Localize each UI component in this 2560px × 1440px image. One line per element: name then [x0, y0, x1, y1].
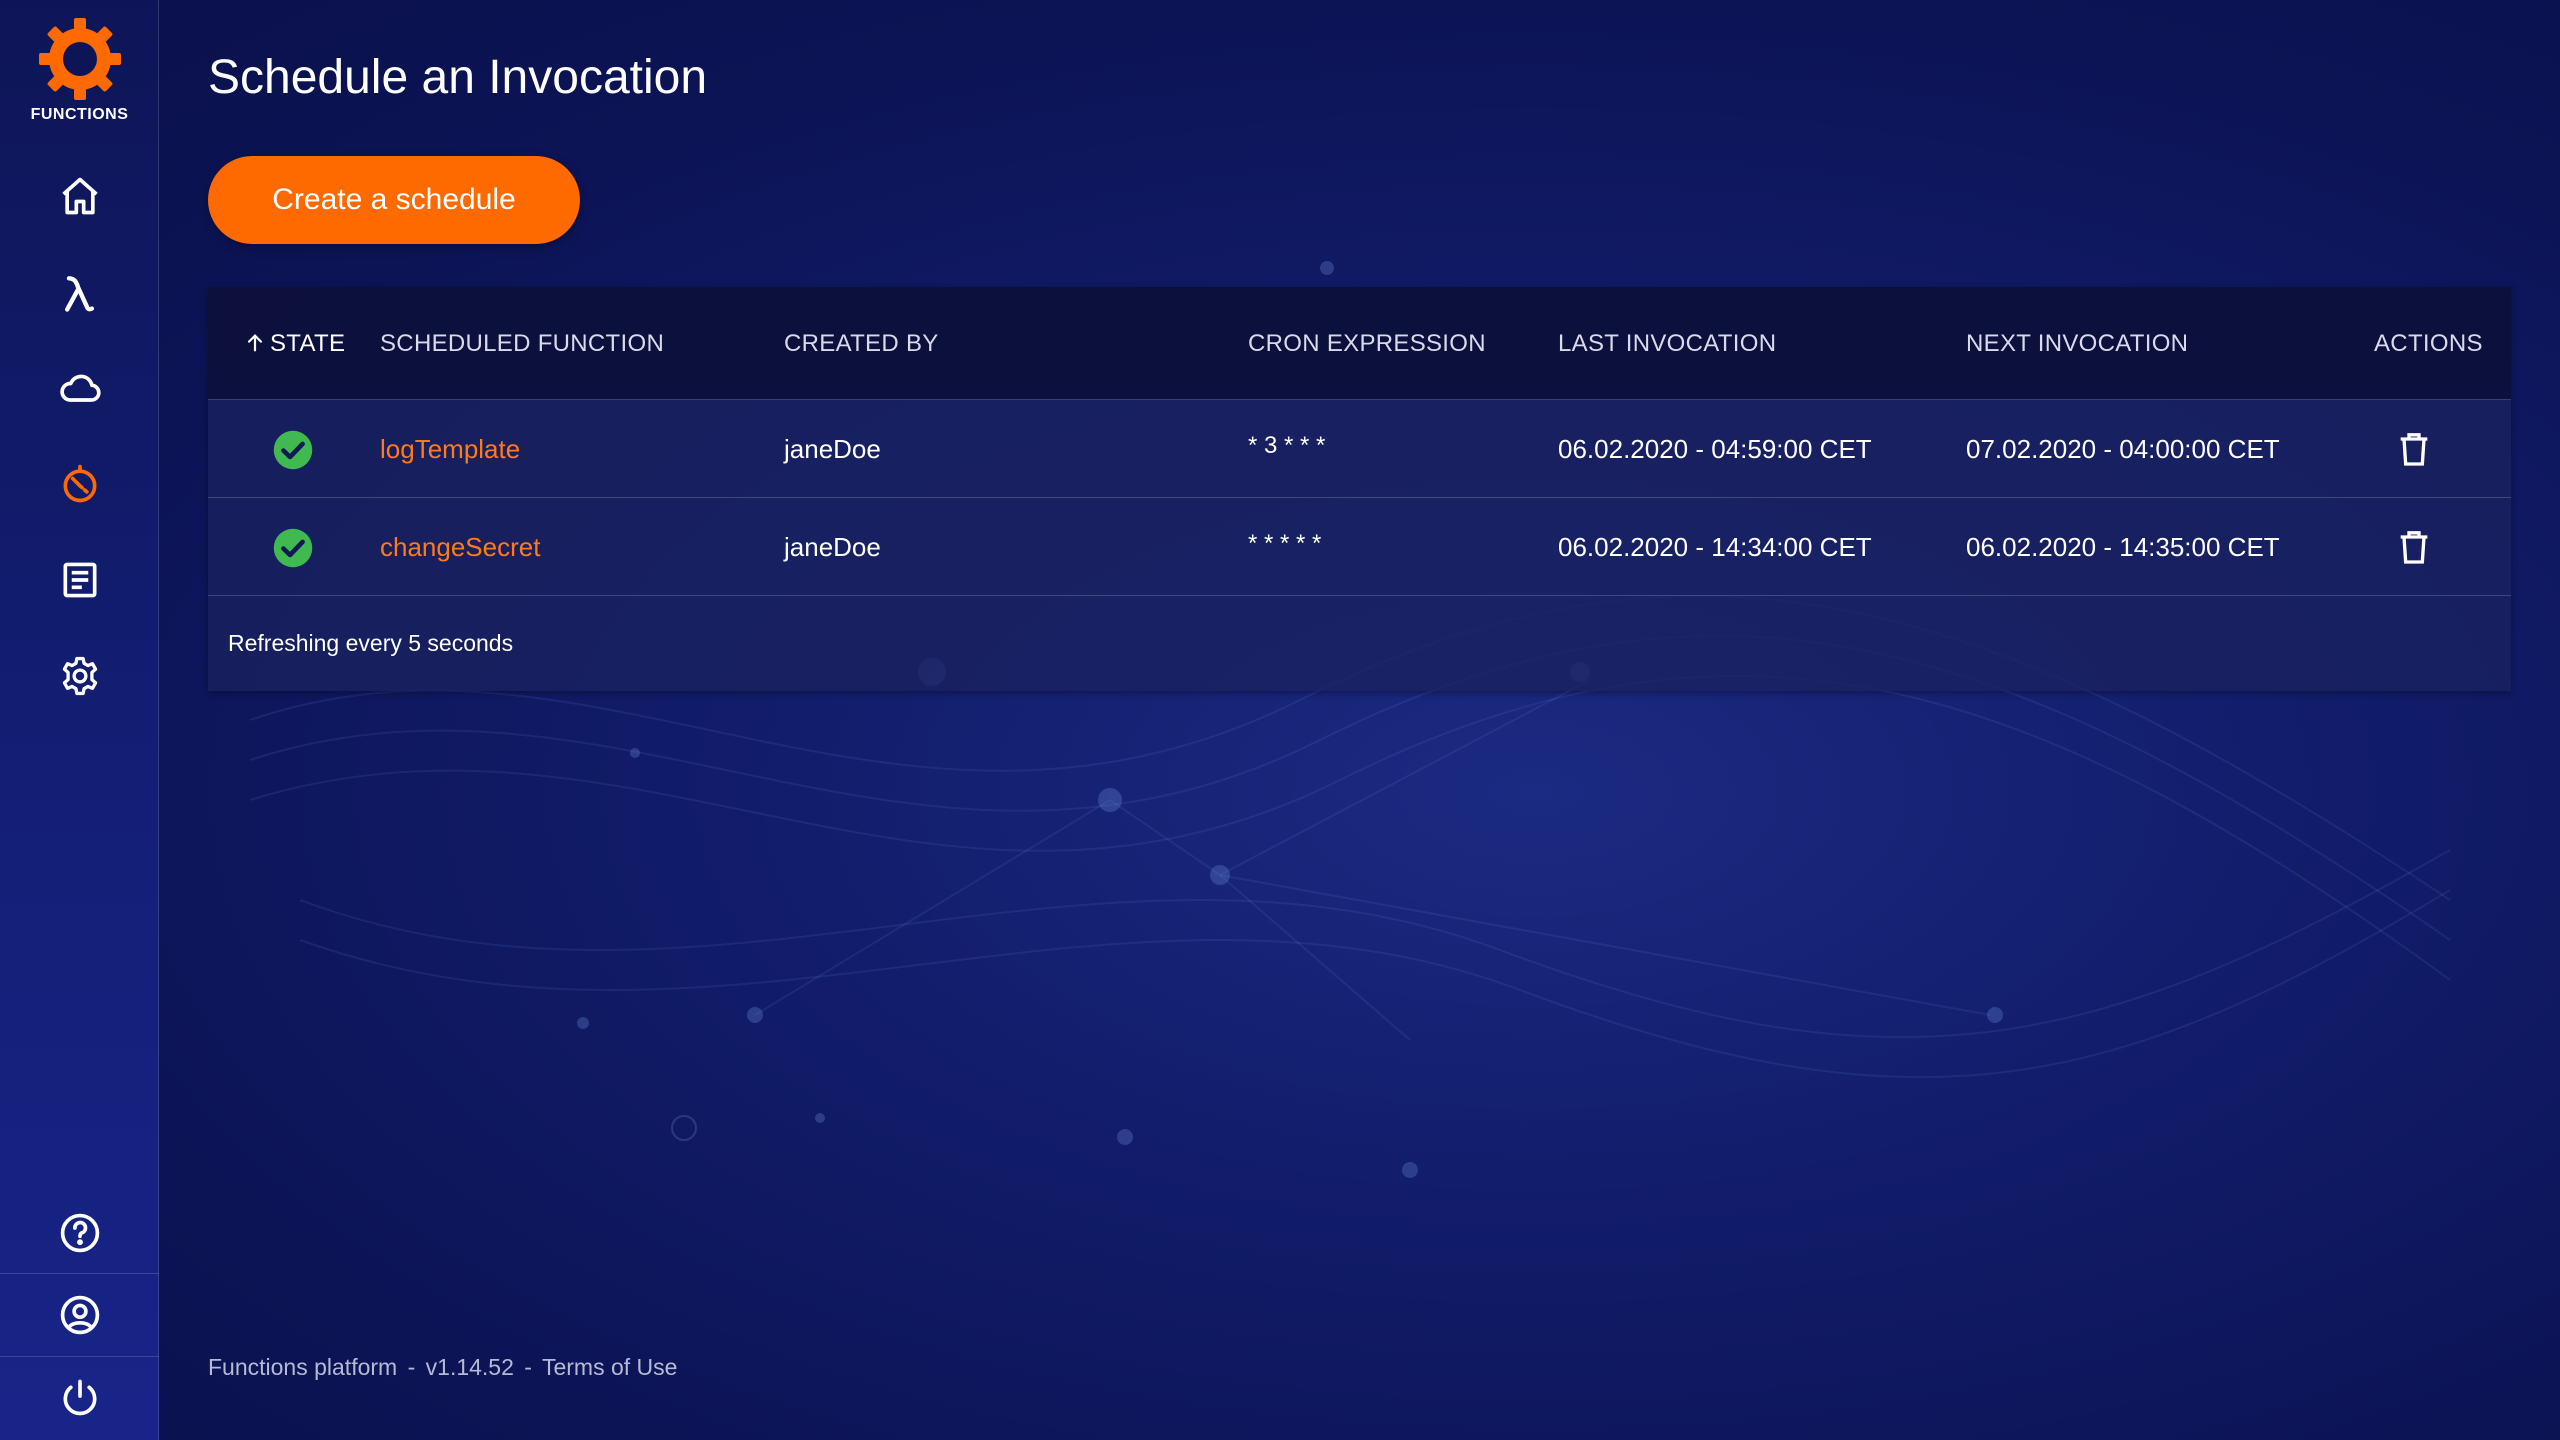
- trash-icon[interactable]: [2394, 527, 2434, 567]
- sidebar-divider: [0, 1356, 159, 1357]
- column-header-created-by[interactable]: CREATED BY: [784, 287, 939, 400]
- last-invocation-cell: 06.02.2020 - 14:34:00 CET: [1558, 532, 1872, 562]
- created-by-cell: janeDoe: [784, 434, 881, 464]
- footer-version: v1.14.52: [425, 1354, 514, 1380]
- cloud-icon: [59, 374, 101, 402]
- success-check-icon: [273, 430, 313, 470]
- terms-of-use-link[interactable]: Terms of Use: [542, 1354, 677, 1380]
- column-header-state-label: STATE: [270, 330, 346, 357]
- create-schedule-button[interactable]: Create a schedule: [208, 156, 580, 244]
- gear-icon: [62, 656, 97, 696]
- column-header-scheduled-function[interactable]: SCHEDULED FUNCTION: [380, 287, 664, 400]
- created-by-cell: janeDoe: [784, 532, 881, 562]
- account-icon: [60, 1295, 99, 1335]
- sidebar-item-functions[interactable]: [0, 253, 159, 333]
- sort-ascending-icon: [244, 287, 266, 400]
- sidebar-item-logout[interactable]: [0, 1358, 159, 1438]
- timer-icon: [63, 464, 96, 503]
- lambda-icon: [64, 276, 94, 312]
- refresh-status-text: Refreshing every 5 seconds: [228, 630, 514, 656]
- column-header-next-invocation[interactable]: NEXT INVOCATION: [1966, 287, 2188, 400]
- column-header-actions: ACTIONS: [2374, 330, 2483, 357]
- sidebar-item-help[interactable]: [0, 1193, 159, 1273]
- trash-icon[interactable]: [2394, 429, 2434, 469]
- home-icon: [61, 177, 98, 215]
- next-invocation-cell: 06.02.2020 - 14:35:00 CET: [1966, 532, 2280, 562]
- next-invocation-cell: 07.02.2020 - 04:00:00 CET: [1966, 434, 2280, 464]
- app-logo[interactable]: FUNCTIONS: [0, 16, 159, 124]
- schedule-table: STATE SCHEDULED FUNCTION CREATED BY CRON…: [208, 287, 2511, 691]
- table-footer: Refreshing every 5 seconds: [208, 596, 2511, 691]
- functions-gear-logo-icon: [38, 18, 121, 100]
- help-icon: [60, 1213, 99, 1253]
- sidebar: FUNCTIONS: [0, 0, 159, 1440]
- footer-platform-name: Functions platform: [208, 1354, 398, 1380]
- page-footer: Functions platform - v1.14.52 - Terms of…: [208, 1354, 681, 1381]
- scheduled-function-link[interactable]: changeSecret: [380, 498, 540, 596]
- page-title: Schedule an Invocation: [208, 51, 708, 104]
- success-check-icon: [273, 528, 313, 568]
- sidebar-item-account[interactable]: [0, 1275, 159, 1355]
- table-header: STATE SCHEDULED FUNCTION CREATED BY CRON…: [208, 287, 2511, 400]
- sidebar-item-home[interactable]: [0, 156, 159, 236]
- table-row: changeSecret janeDoe * * * * * 06.02.202…: [208, 498, 2511, 596]
- last-invocation-cell: 06.02.2020 - 04:59:00 CET: [1558, 434, 1872, 464]
- scheduled-function-link[interactable]: logTemplate: [380, 400, 520, 498]
- cron-expression-cell: * 3 * * *: [1248, 432, 1326, 459]
- sidebar-item-schedule[interactable]: [0, 444, 159, 524]
- table-row: logTemplate janeDoe * 3 * * * 06.02.2020…: [208, 400, 2511, 498]
- cron-expression-cell: * * * * *: [1248, 530, 1322, 557]
- logo-text: FUNCTIONS: [30, 106, 129, 123]
- document-icon: [63, 562, 96, 598]
- sidebar-item-cloud[interactable]: [0, 349, 159, 429]
- sidebar-item-logs[interactable]: [0, 540, 159, 620]
- footer-separator: -: [407, 1354, 416, 1380]
- footer-separator: -: [524, 1354, 532, 1380]
- sidebar-item-settings[interactable]: [0, 636, 159, 716]
- column-header-state[interactable]: STATE: [244, 287, 345, 400]
- column-header-cron-expression[interactable]: CRON EXPRESSION: [1248, 287, 1486, 400]
- power-icon: [63, 1379, 96, 1416]
- sidebar-divider: [0, 1273, 159, 1274]
- column-header-last-invocation[interactable]: LAST INVOCATION: [1558, 287, 1776, 400]
